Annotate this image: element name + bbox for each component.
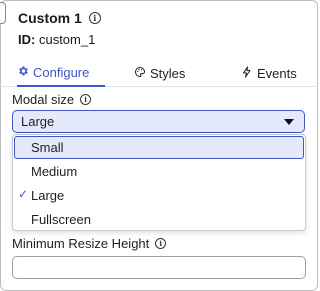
tab-events-label: Events xyxy=(257,66,297,81)
component-header: Custom 1 i xyxy=(18,10,101,26)
modal-size-selected-value: Large xyxy=(21,114,55,129)
id-label: ID: xyxy=(18,32,36,47)
min-resize-height-label-row: Minimum Resize Height i xyxy=(12,236,167,251)
drag-handle[interactable] xyxy=(0,2,6,24)
option-large-label: Large xyxy=(31,187,65,203)
palette-icon xyxy=(134,66,146,81)
inspector-tabs: Configure Styles Events xyxy=(0,60,318,87)
option-large[interactable]: ✓ Large xyxy=(13,183,305,207)
tab-configure-label: Configure xyxy=(33,65,90,80)
tab-styles[interactable]: Styles xyxy=(134,60,185,87)
info-icon[interactable]: i xyxy=(80,94,92,105)
lightning-icon xyxy=(241,66,253,81)
min-resize-height-input[interactable] xyxy=(12,256,306,279)
component-id: ID: custom_1 xyxy=(18,32,95,47)
option-fullscreen-label: Fullscreen xyxy=(31,211,91,227)
modal-size-label: Modal size xyxy=(12,92,75,107)
option-fullscreen[interactable]: Fullscreen xyxy=(13,207,305,231)
option-small-label: Small xyxy=(31,140,64,155)
info-icon[interactable]: i xyxy=(155,238,167,249)
tab-events[interactable]: Events xyxy=(241,60,297,87)
id-value: custom_1 xyxy=(38,32,96,47)
checkmark-icon: ✓ xyxy=(18,187,29,201)
modal-size-dropdown: Small Medium ✓ Large Fullscreen xyxy=(12,134,306,231)
option-medium[interactable]: Medium xyxy=(13,159,305,183)
tab-styles-label: Styles xyxy=(150,66,186,81)
caret-down-icon xyxy=(284,119,294,125)
min-resize-height-label: Minimum Resize Height xyxy=(12,236,150,251)
option-small[interactable]: Small xyxy=(14,136,304,159)
option-medium-label: Medium xyxy=(31,163,78,179)
info-icon[interactable]: i xyxy=(88,12,101,24)
gear-icon xyxy=(17,65,29,80)
component-title[interactable]: Custom 1 xyxy=(18,10,82,26)
modal-size-select[interactable]: Large xyxy=(12,110,305,133)
modal-size-label-row: Modal size i xyxy=(12,92,92,107)
tab-configure[interactable]: Configure xyxy=(17,60,105,87)
